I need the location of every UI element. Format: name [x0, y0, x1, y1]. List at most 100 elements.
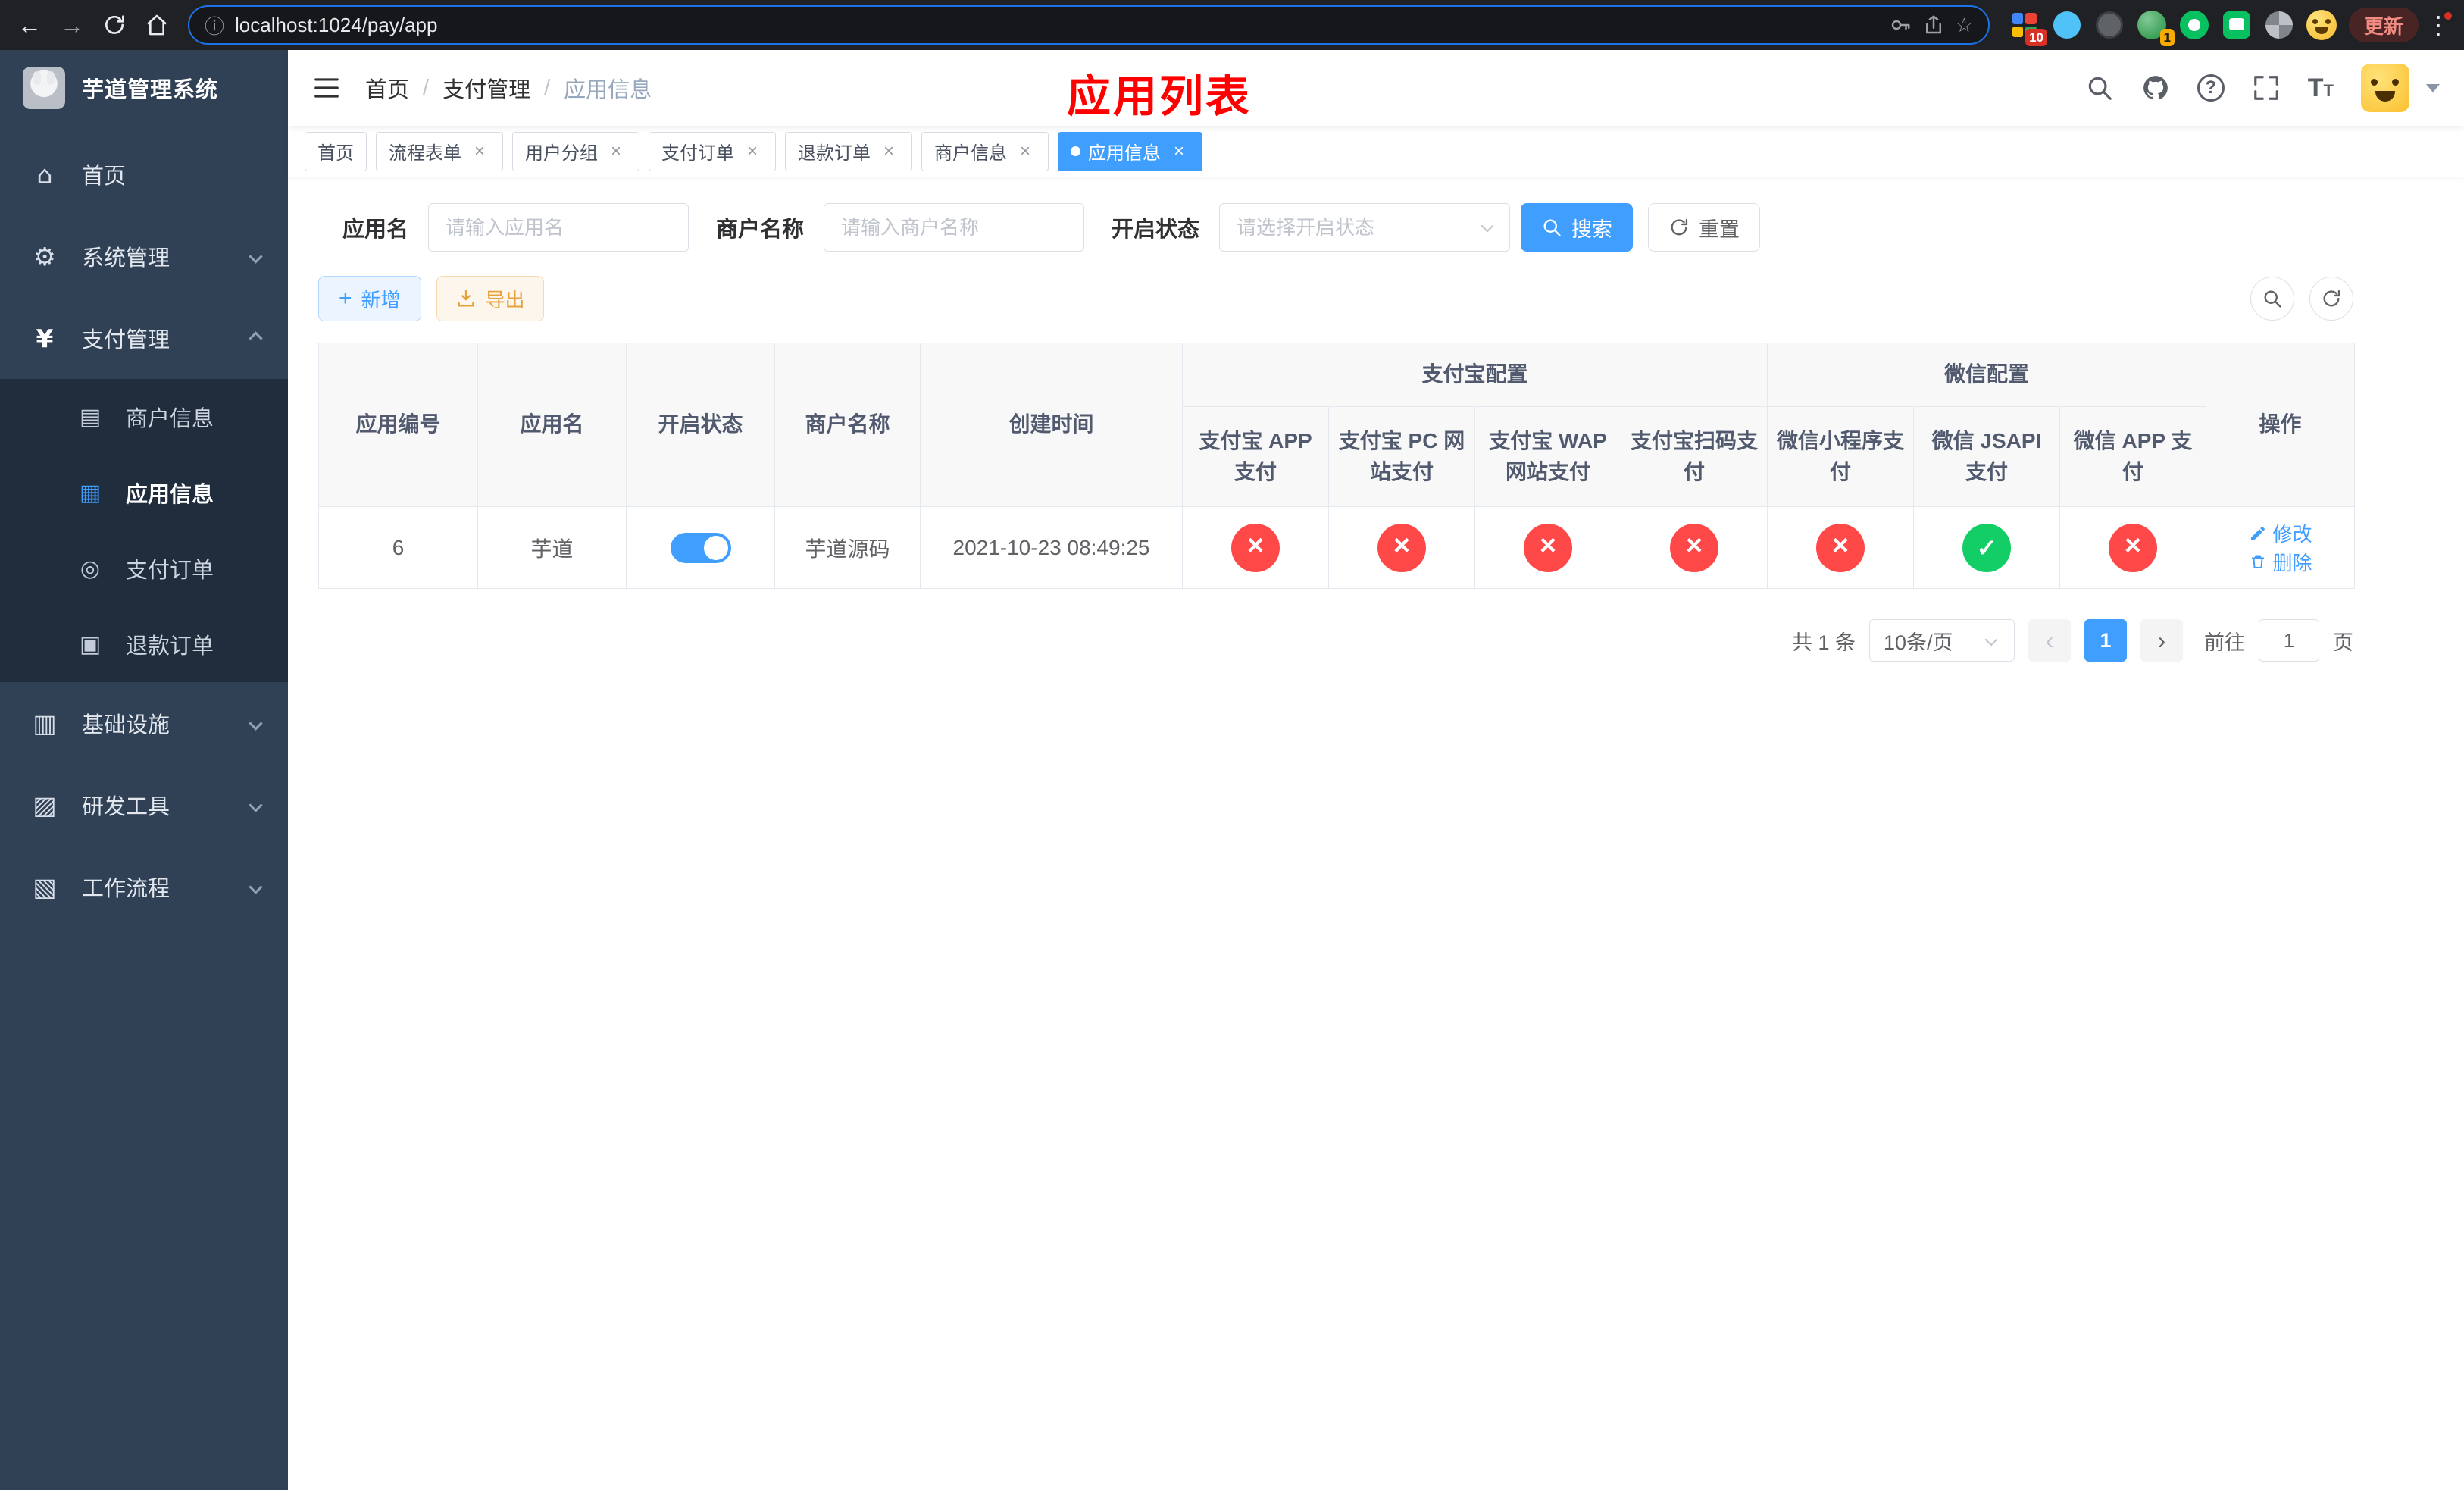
sidebar-item-pay-order[interactable]: ◎ 支付订单 [0, 531, 288, 606]
tab-pay-order[interactable]: 支付订单 × [649, 131, 776, 171]
sidebar-item-devtools[interactable]: ▨ 研发工具 [0, 764, 288, 846]
close-icon[interactable]: × [469, 141, 490, 162]
goto-suffix: 页 [2333, 631, 2353, 654]
close-icon[interactable]: × [742, 141, 763, 162]
grid-icon: ▦ [79, 479, 102, 506]
active-tab-dot [1071, 146, 1080, 156]
refresh-table-button[interactable] [2309, 277, 2353, 321]
github-icon[interactable] [2141, 74, 2170, 102]
close-icon[interactable]: × [1015, 141, 1036, 162]
col-app-name: 应用名 [477, 343, 627, 507]
add-button[interactable]: + 新增 [318, 276, 421, 321]
breadcrumb-home[interactable]: 首页 [365, 72, 409, 104]
share-icon[interactable] [1922, 14, 1945, 36]
reset-button[interactable]: 重置 [1648, 203, 1761, 252]
pencil-icon [2250, 526, 2265, 540]
status-select[interactable] [1219, 203, 1511, 252]
chrome-update-button[interactable]: 更新 [2348, 8, 2419, 42]
kebab-icon: ⋮ [2426, 11, 2450, 39]
sidebar-item-app-info[interactable]: ▦ 应用信息 [0, 455, 288, 531]
header-search-icon[interactable] [2085, 74, 2114, 102]
extension-blue-icon[interactable] [2050, 8, 2084, 42]
sidebar: 芋道管理系统 ⌂ 首页 ⚙ 系统管理 ¥ 支付管理 ▤ 商户信息 ▦ 应用信息 [0, 50, 288, 1490]
top-navbar: 首页 / 支付管理 / 应用信息 ? TT [288, 50, 2464, 126]
extension-badge-2: 1 [2159, 29, 2175, 46]
tab-home[interactable]: 首页 [305, 131, 367, 171]
sidebar-logo[interactable]: 芋道管理系统 [0, 50, 288, 126]
sidebar-fold-button[interactable] [312, 73, 342, 103]
breadcrumb-section[interactable]: 支付管理 [442, 72, 530, 104]
col-group-alipay: 支付宝配置 [1181, 343, 1768, 407]
extension-green-circle-icon[interactable] [2178, 8, 2211, 42]
avatar-caret-icon[interactable] [2426, 83, 2440, 92]
navbar-actions: ? TT [2085, 64, 2440, 112]
merchant-name-label: 商户名称 [716, 218, 805, 242]
extension-badge: 10 [2025, 29, 2047, 46]
fullscreen-icon[interactable] [2252, 74, 2281, 102]
password-key-icon[interactable] [1889, 14, 1912, 36]
table-toolbar: + 新增 导出 [318, 276, 2353, 321]
order-icon: ◎ [80, 555, 101, 582]
col-merchant-name: 商户名称 [774, 343, 921, 507]
extension-avatar-icon[interactable]: 1 [2135, 8, 2175, 46]
prev-page-button[interactable]: ‹ [2028, 619, 2071, 662]
extension-chat-icon[interactable] [2220, 8, 2253, 42]
sidebar-item-refund-order[interactable]: ▣ 退款订单 [0, 606, 288, 682]
chevron-down-icon [249, 879, 263, 894]
sidebar-item-infrastructure[interactable]: ▥ 基础设施 [0, 682, 288, 764]
reload-button[interactable] [95, 6, 133, 44]
back-button[interactable]: ← [11, 6, 48, 44]
user-avatar[interactable] [2361, 64, 2409, 112]
merchant-name-input[interactable] [824, 203, 1085, 252]
extension-emoji-icon[interactable] [2305, 8, 2338, 42]
cell-merchant-name: 芋道源码 [774, 506, 921, 589]
sidebar-item-payment[interactable]: ¥ 支付管理 [0, 297, 288, 379]
export-button[interactable]: 导出 [436, 276, 544, 321]
tab-app-info[interactable]: 应用信息 × [1058, 131, 1202, 171]
sidebar-item-merchant-info[interactable]: ▤ 商户信息 [0, 379, 288, 455]
address-bar[interactable]: ⓘ localhost:1024/pay/app ☆ [188, 5, 1990, 45]
font-size-icon[interactable]: TT [2308, 74, 2334, 103]
search-button[interactable]: 搜索 [1521, 203, 1634, 252]
app-name-input[interactable] [428, 203, 689, 252]
sidebar-item-home[interactable]: ⌂ 首页 [0, 133, 288, 215]
browser-menu-button[interactable]: ⋮ [2423, 11, 2453, 39]
extension-grid-icon[interactable]: 10 [2008, 8, 2047, 46]
delete-link[interactable]: 删除 [2249, 548, 2312, 576]
extension-pinwheel-icon[interactable] [2262, 8, 2296, 42]
toggle-search-button[interactable] [2250, 277, 2294, 321]
close-icon[interactable]: × [605, 141, 627, 162]
bookmark-star-icon[interactable]: ☆ [1956, 14, 1973, 37]
col-alipay-pc: 支付宝 PC 网站支付 [1328, 406, 1475, 507]
status-switch[interactable] [670, 532, 731, 563]
search-icon [2264, 290, 2281, 308]
home-button[interactable] [138, 6, 176, 44]
refresh-icon [1671, 218, 1688, 236]
page-size-select[interactable]: 10条/页 [1869, 619, 2015, 662]
col-app-id: 应用编号 [318, 343, 478, 507]
home-icon [147, 14, 167, 36]
close-icon[interactable]: × [1168, 141, 1190, 162]
toolbox-icon: ▨ [33, 790, 57, 820]
goto-label: 前往 [2204, 631, 2245, 654]
next-page-button[interactable]: › [2140, 619, 2183, 662]
alipay-qr-status-icon [1670, 523, 1718, 572]
tab-user-group[interactable]: 用户分组 × [512, 131, 639, 171]
site-info-icon[interactable]: ⓘ [205, 11, 224, 39]
page-1-button[interactable]: 1 [2084, 619, 2127, 662]
close-icon[interactable]: × [878, 141, 899, 162]
sidebar-item-system[interactable]: ⚙ 系统管理 [0, 215, 288, 297]
goto-page-input[interactable] [2259, 619, 2319, 662]
sidebar-item-workflow[interactable]: ▧ 工作流程 [0, 846, 288, 928]
extension-dark-icon[interactable] [2093, 8, 2126, 42]
tab-process-form[interactable]: 流程表单 × [376, 131, 503, 171]
col-wechat-lite: 微信小程序支付 [1767, 406, 1915, 507]
chevron-down-icon [249, 715, 263, 731]
tab-merchant-info[interactable]: 商户信息 × [921, 131, 1049, 171]
app-table: 应用编号 应用名 开启状态 商户名称 创建时间 支付宝配置 微信配置 操作 支付… [318, 343, 2356, 589]
help-icon[interactable]: ? [2197, 74, 2225, 102]
edit-link[interactable]: 修改 [2249, 519, 2312, 547]
forward-button[interactable]: → [53, 6, 91, 44]
tab-refund-order[interactable]: 退款订单 × [785, 131, 912, 171]
url-text: localhost:1024/pay/app [235, 13, 438, 36]
